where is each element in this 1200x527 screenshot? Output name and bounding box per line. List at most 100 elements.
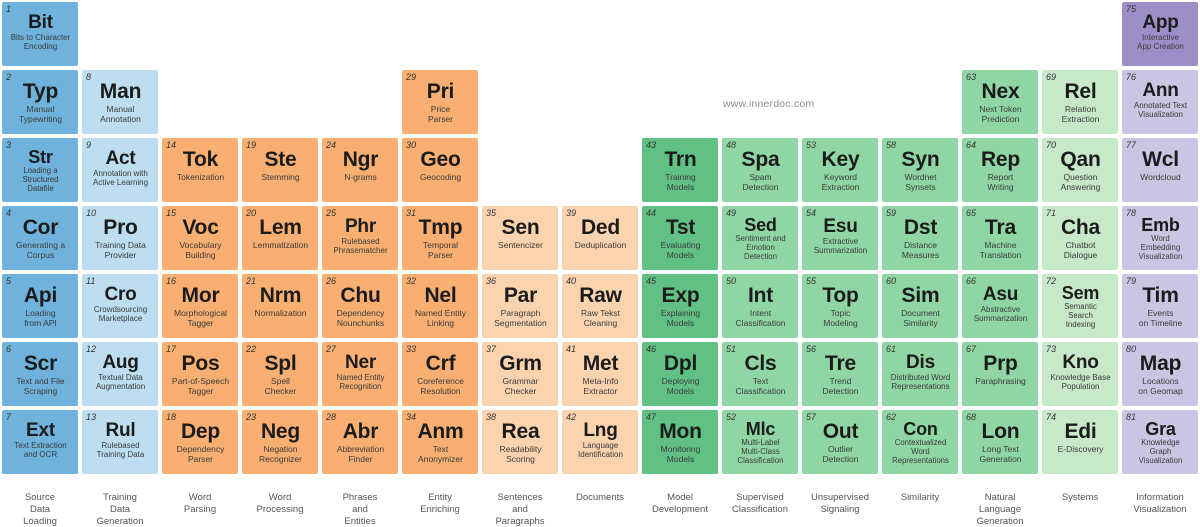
element-cell-ext[interactable]: 7 Ext Text Extraction and OCR [2, 410, 78, 474]
element-cell-mor[interactable]: 16 Mor Morphological Tagger [162, 274, 238, 338]
element-cell-par[interactable]: 36 Par Paragraph Segmentation [482, 274, 558, 338]
element-cell-ste[interactable]: 19 Ste Stemming [242, 138, 318, 202]
element-cell-act[interactable]: 9 Act Annotation with Active Learning [82, 138, 158, 202]
element-cell-pri[interactable]: 29 Pri Price Parser [402, 70, 478, 134]
element-symbol: Pri [426, 80, 455, 103]
element-cell-met[interactable]: 41 Met Meta-Info Extractor [562, 342, 638, 406]
element-cell-api[interactable]: 5 Api Loading from API [2, 274, 78, 338]
element-cell-chu[interactable]: 26 Chu Dependency Nounchunks [322, 274, 398, 338]
element-description: Machine Translation [979, 240, 1022, 260]
category-label-3: Word Parsing [183, 492, 217, 515]
element-cell-rel[interactable]: 69 Rel Relation Extraction [1042, 70, 1118, 134]
element-description: Next Token Prediction [979, 104, 1022, 124]
element-cell-lem[interactable]: 20 Lem Lemmatization [242, 206, 318, 270]
element-cell-dpl[interactable]: 46 Dpl Deploying Models [642, 342, 718, 406]
element-cell-int[interactable]: 50 Int Intent Classification [722, 274, 798, 338]
element-cell-sen[interactable]: 35 Sen Sentencizer [482, 206, 558, 270]
element-cell-spa[interactable]: 48 Spa Spam Detection [722, 138, 798, 202]
element-cell-bit[interactable]: 1 Bit Bits to Character Encoding [2, 2, 78, 66]
element-cell-tre[interactable]: 56 Tre Trend Detection [802, 342, 878, 406]
element-cell-str[interactable]: 3 Str Loading a Structured Datafile [2, 138, 78, 202]
element-cell-gra[interactable]: 81 Gra Knowledge Graph Visualization [1122, 410, 1198, 474]
element-cell-rul[interactable]: 13 Rul Rulebased Training Data [82, 410, 158, 474]
element-cell-scr[interactable]: 6 Scr Text and File Scraping [2, 342, 78, 406]
element-cell-rea[interactable]: 38 Rea Readability Scoring [482, 410, 558, 474]
element-cell-nrm[interactable]: 21 Nrm Normalization [242, 274, 318, 338]
element-cell-sed[interactable]: 49 Sed Sentiment and Emotion Detection [722, 206, 798, 270]
element-cell-cha[interactable]: 71 Cha Chatbot Dialogue [1042, 206, 1118, 270]
element-description: Named Entity Recognition [336, 373, 385, 392]
element-cell-ded[interactable]: 39 Ded Deduplication [562, 206, 638, 270]
element-description: Rulebased Training Data [96, 441, 145, 460]
element-description: Loading a Structured Datafile [22, 166, 59, 193]
element-cell-kno[interactable]: 73 Kno Knowledge Base Population [1042, 342, 1118, 406]
element-cell-typ[interactable]: 2 Typ Manual Typewriting [2, 70, 78, 134]
element-symbol: Spa [741, 148, 780, 171]
element-cell-cro[interactable]: 11 Cro Crowdsourcing Marketplace [82, 274, 158, 338]
element-cell-qan[interactable]: 70 Qan Question Answering [1042, 138, 1118, 202]
element-cell-tok[interactable]: 14 Tok Tokenization [162, 138, 238, 202]
element-cell-crf[interactable]: 33 Crf Coreference Resolution [402, 342, 478, 406]
element-cell-tim[interactable]: 79 Tim Events on Timeline [1122, 274, 1198, 338]
element-cell-mlc[interactable]: 52 Mlc Multi-Label Multi-Class Classificatio… [722, 410, 798, 474]
element-cell-tra[interactable]: 65 Tra Machine Translation [962, 206, 1038, 270]
element-cell-cls[interactable]: 51 Cls Text Classification [722, 342, 798, 406]
element-cell-prp[interactable]: 67 Prp Paraphrasing [962, 342, 1038, 406]
element-cell-abr[interactable]: 28 Abr Abbreviation Finder [322, 410, 398, 474]
element-cell-cor[interactable]: 4 Cor Generating a Corpus [2, 206, 78, 270]
element-cell-lon[interactable]: 68 Lon Long Text Generation [962, 410, 1038, 474]
category-label-13: Natural Language Generation [976, 492, 1024, 527]
element-symbol: Str [28, 147, 53, 167]
element-cell-voc[interactable]: 15 Voc Vocabulary Building [162, 206, 238, 270]
element-cell-key[interactable]: 53 Key Keyword Extraction [802, 138, 878, 202]
element-cell-man[interactable]: 8 Man Manual Annotation [82, 70, 158, 134]
element-cell-wcl[interactable]: 77 Wcl Wordcloud [1122, 138, 1198, 202]
element-cell-anm[interactable]: 34 Anm Text Anonymizer [402, 410, 478, 474]
element-cell-grm[interactable]: 37 Grm Grammar Checker [482, 342, 558, 406]
element-symbol: Rel [1064, 80, 1097, 103]
element-cell-exp[interactable]: 45 Exp Explaining Models [642, 274, 718, 338]
element-cell-map[interactable]: 80 Map Locations on Geomap [1122, 342, 1198, 406]
element-cell-pro[interactable]: 10 Pro Training Data Provider [82, 206, 158, 270]
element-cell-dis[interactable]: 61 Dis Distributed Word Representations [882, 342, 958, 406]
element-cell-out[interactable]: 57 Out Outlier Detection [802, 410, 878, 474]
element-cell-emb[interactable]: 78 Emb Word Embedding Visualization [1122, 206, 1198, 270]
element-cell-spl[interactable]: 22 Spl Spell Checker [242, 342, 318, 406]
element-symbol: Tmp [418, 216, 463, 239]
element-symbol: Tre [825, 352, 856, 375]
element-symbol: Api [23, 284, 58, 307]
element-cell-dep[interactable]: 18 Dep Dependency Parser [162, 410, 238, 474]
element-cell-pos[interactable]: 17 Pos Part-of-Speech Tagger [162, 342, 238, 406]
element-cell-rep[interactable]: 64 Rep Report Writing [962, 138, 1038, 202]
element-cell-dst[interactable]: 59 Dst Distance Measures [882, 206, 958, 270]
element-cell-mon[interactable]: 47 Mon Monitoring Models [642, 410, 718, 474]
element-cell-phr[interactable]: 25 Phr Rulebased Phrasematcher [322, 206, 398, 270]
element-cell-esu[interactable]: 54 Esu Extractive Summarization [802, 206, 878, 270]
element-cell-asu[interactable]: 66 Asu Abstractive Summarization [962, 274, 1038, 338]
element-cell-ngr[interactable]: 24 Ngr N-grams [322, 138, 398, 202]
element-cell-sim[interactable]: 60 Sim Document Similarity [882, 274, 958, 338]
element-cell-sem[interactable]: 72 Sem Semantic Search Indexing [1042, 274, 1118, 338]
element-cell-con[interactable]: 62 Con Contextualized Word Representations [882, 410, 958, 474]
element-description: Loading from API [24, 308, 57, 328]
element-cell-tst[interactable]: 44 Tst Evaluating Models [642, 206, 718, 270]
element-cell-syn[interactable]: 58 Syn Wordnet Synsets [882, 138, 958, 202]
element-cell-neg[interactable]: 23 Neg Negation Recognizer [242, 410, 318, 474]
element-cell-geo[interactable]: 30 Geo Geocoding [402, 138, 478, 202]
element-description: Coreference Resolution [417, 376, 464, 396]
element-cell-edi[interactable]: 74 Edi E-Discovery [1042, 410, 1118, 474]
element-symbol: Voc [182, 216, 219, 239]
element-cell-lng[interactable]: 42 Lng Language Identification [562, 410, 638, 474]
element-cell-top[interactable]: 55 Top Topic Modeling [802, 274, 878, 338]
element-cell-ann[interactable]: 76 Ann Annotated Text Visualization [1122, 70, 1198, 134]
element-cell-nel[interactable]: 32 Nel Named Entity Linking [402, 274, 478, 338]
element-cell-nex[interactable]: 63 Nex Next Token Prediction [962, 70, 1038, 134]
element-cell-app[interactable]: 75 App Interactive App Creation [1122, 2, 1198, 66]
element-cell-ner[interactable]: 27 Ner Named Entity Recognition [322, 342, 398, 406]
element-cell-aug[interactable]: 12 Aug Textual Data Augmentation [82, 342, 158, 406]
element-cell-tmp[interactable]: 31 Tmp Temporal Parser [402, 206, 478, 270]
element-symbol: Ner [344, 352, 377, 373]
element-description: Document Similarity [901, 308, 940, 328]
element-cell-trn[interactable]: 43 Trn Training Models [642, 138, 718, 202]
element-cell-raw[interactable]: 40 Raw Raw Tekst Cleaning [562, 274, 638, 338]
